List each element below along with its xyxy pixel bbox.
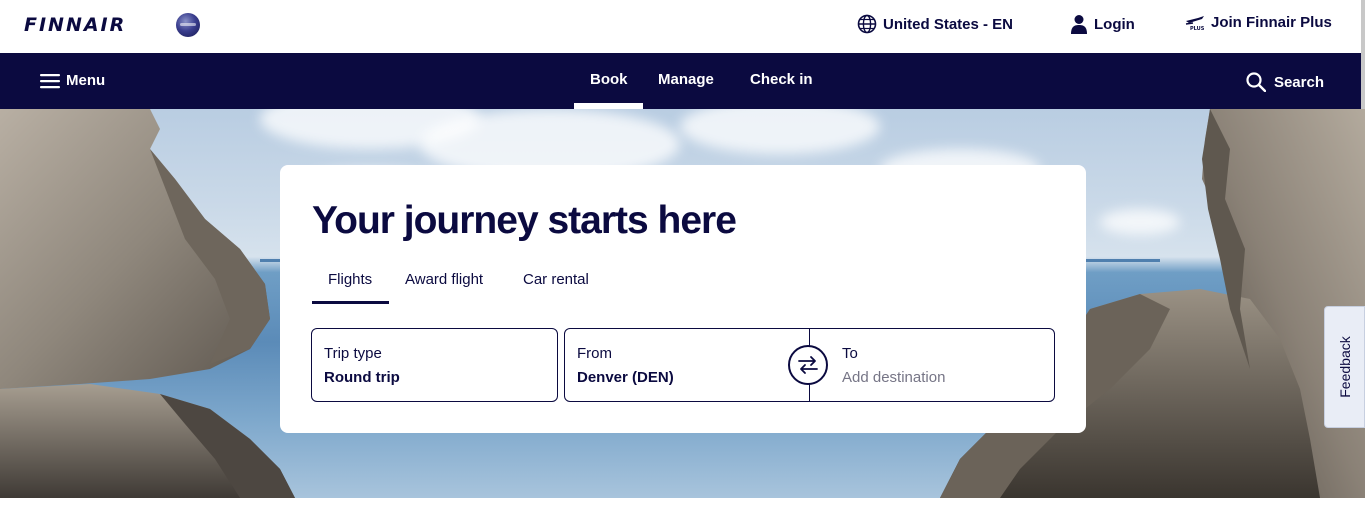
from-value: Denver (DEN): [577, 369, 674, 386]
to-label: To: [842, 345, 858, 362]
menu-label: Menu: [66, 72, 106, 89]
globe-icon: [857, 14, 877, 34]
booking-widget: Your journey starts here Flights Award f…: [280, 165, 1086, 433]
join-label: Join Finnair Plus: [1211, 14, 1332, 31]
to-placeholder: Add destination: [842, 369, 946, 386]
region-selector[interactable]: United States - EN: [857, 14, 1013, 34]
nav-tab-manage[interactable]: Manage: [658, 71, 714, 88]
active-booking-tab-indicator: [312, 301, 389, 304]
user-icon: [1071, 15, 1087, 34]
region-label: United States - EN: [883, 15, 1014, 33]
feedback-label: Feedback: [1336, 336, 1353, 398]
hamburger-icon: [40, 73, 60, 88]
login-link[interactable]: Login: [1070, 14, 1135, 34]
swap-arrows-icon: [798, 356, 818, 374]
search-icon: [1246, 72, 1266, 92]
nav-tab-check-in[interactable]: Check in: [750, 71, 813, 88]
left-rock-formation: [0, 109, 295, 498]
swap-airports-button[interactable]: [788, 345, 828, 385]
to-field[interactable]: To Add destination: [809, 328, 1055, 402]
search-button[interactable]: Search: [1246, 72, 1324, 92]
page-bottom: [0, 498, 1365, 531]
main-nav: Menu Book Manage Check in Search: [0, 53, 1365, 109]
trip-type-field[interactable]: Trip type Round trip: [311, 328, 558, 402]
oneworld-logo: [176, 13, 200, 37]
tab-car-rental[interactable]: Car rental: [523, 271, 589, 288]
menu-button[interactable]: Menu: [40, 72, 105, 89]
join-finnair-plus-link[interactable]: PLUS Join Finnair Plus: [1185, 14, 1332, 31]
svg-text:PLUS: PLUS: [1190, 26, 1205, 31]
nav-tab-book[interactable]: Book: [590, 71, 628, 88]
finnair-logo[interactable]: FINNAIR: [24, 14, 126, 36]
trip-type-value: Round trip: [324, 369, 400, 386]
feedback-tab[interactable]: Feedback: [1324, 306, 1365, 428]
tab-flights[interactable]: Flights: [328, 271, 372, 288]
from-field[interactable]: From Denver (DEN): [564, 328, 810, 402]
tab-award-flight[interactable]: Award flight: [405, 271, 483, 288]
from-label: From: [577, 345, 612, 362]
trip-type-label: Trip type: [324, 345, 382, 362]
finnair-plus-icon: PLUS: [1185, 15, 1205, 31]
login-label: Login: [1094, 15, 1135, 33]
top-bar: FINNAIR United States - EN Login PLUS Jo…: [0, 0, 1365, 53]
search-label: Search: [1273, 73, 1324, 91]
booking-title: Your journey starts here: [312, 199, 737, 242]
